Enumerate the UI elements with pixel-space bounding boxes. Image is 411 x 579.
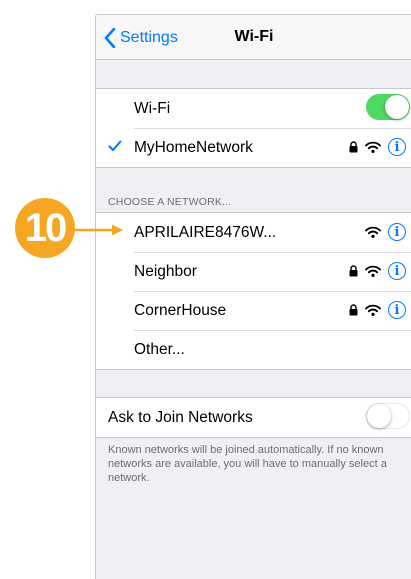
lock-icon bbox=[349, 304, 358, 316]
wifi-toggle-row: Wi-Fi bbox=[96, 89, 411, 128]
step-number-badge: 10 bbox=[15, 198, 75, 258]
lock-icon bbox=[349, 141, 358, 153]
wifi-icon bbox=[365, 265, 381, 277]
ask-to-join-row: Ask to Join Networks bbox=[96, 398, 411, 437]
lock-icon bbox=[349, 265, 358, 277]
connected-network-row[interactable]: MyHomeNetwork i bbox=[96, 128, 411, 167]
network-name: Neighbor bbox=[134, 262, 197, 280]
ask-to-join-label: Ask to Join Networks bbox=[108, 408, 253, 426]
wifi-toggle[interactable] bbox=[366, 94, 410, 120]
ask-to-join-group: Ask to Join Networks bbox=[96, 397, 411, 438]
info-icon[interactable]: i bbox=[388, 223, 406, 241]
info-icon[interactable]: i bbox=[388, 138, 406, 156]
checkmark-icon bbox=[108, 140, 122, 151]
info-icon[interactable]: i bbox=[388, 301, 406, 319]
callout-arrow-icon bbox=[72, 224, 123, 236]
network-row-aprilaire[interactable]: APRILAIRE8476W... i bbox=[96, 213, 411, 252]
wifi-label: Wi-Fi bbox=[134, 99, 171, 117]
network-status-icons: i bbox=[349, 260, 406, 282]
network-status-icons: i bbox=[349, 299, 406, 321]
page-title: Wi-Fi bbox=[234, 28, 274, 45]
network-status-icons: i bbox=[365, 221, 406, 243]
wifi-settings-screen: Settings Wi-Fi Wi-Fi MyHomeNetwork i CHO… bbox=[95, 14, 411, 579]
network-status-icons: i bbox=[349, 136, 406, 158]
network-row-neighbor[interactable]: Neighbor i bbox=[96, 252, 411, 291]
other-network-label: Other... bbox=[134, 340, 185, 358]
wifi-icon bbox=[365, 226, 381, 238]
toggle-knob bbox=[367, 404, 391, 428]
navigation-bar: Settings Wi-Fi bbox=[96, 15, 411, 60]
toggle-knob bbox=[385, 95, 409, 119]
ask-to-join-footer: Known networks will be joined automatica… bbox=[108, 444, 387, 484]
connected-network-name: MyHomeNetwork bbox=[134, 138, 253, 156]
network-row-cornerhouse[interactable]: CornerHouse i bbox=[96, 291, 411, 330]
info-icon[interactable]: i bbox=[388, 262, 406, 280]
wifi-group: Wi-Fi MyHomeNetwork i bbox=[96, 88, 411, 168]
available-networks-group: APRILAIRE8476W... i Neighbor i CornerHou… bbox=[96, 212, 411, 370]
choose-network-header: CHOOSE A NETWORK... bbox=[108, 196, 232, 208]
ask-to-join-toggle[interactable] bbox=[366, 403, 410, 429]
wifi-icon bbox=[365, 304, 381, 316]
network-name: CornerHouse bbox=[134, 301, 227, 319]
network-name: APRILAIRE8476W... bbox=[134, 223, 277, 241]
wifi-icon bbox=[365, 141, 381, 153]
other-network-row[interactable]: Other... bbox=[96, 330, 411, 369]
